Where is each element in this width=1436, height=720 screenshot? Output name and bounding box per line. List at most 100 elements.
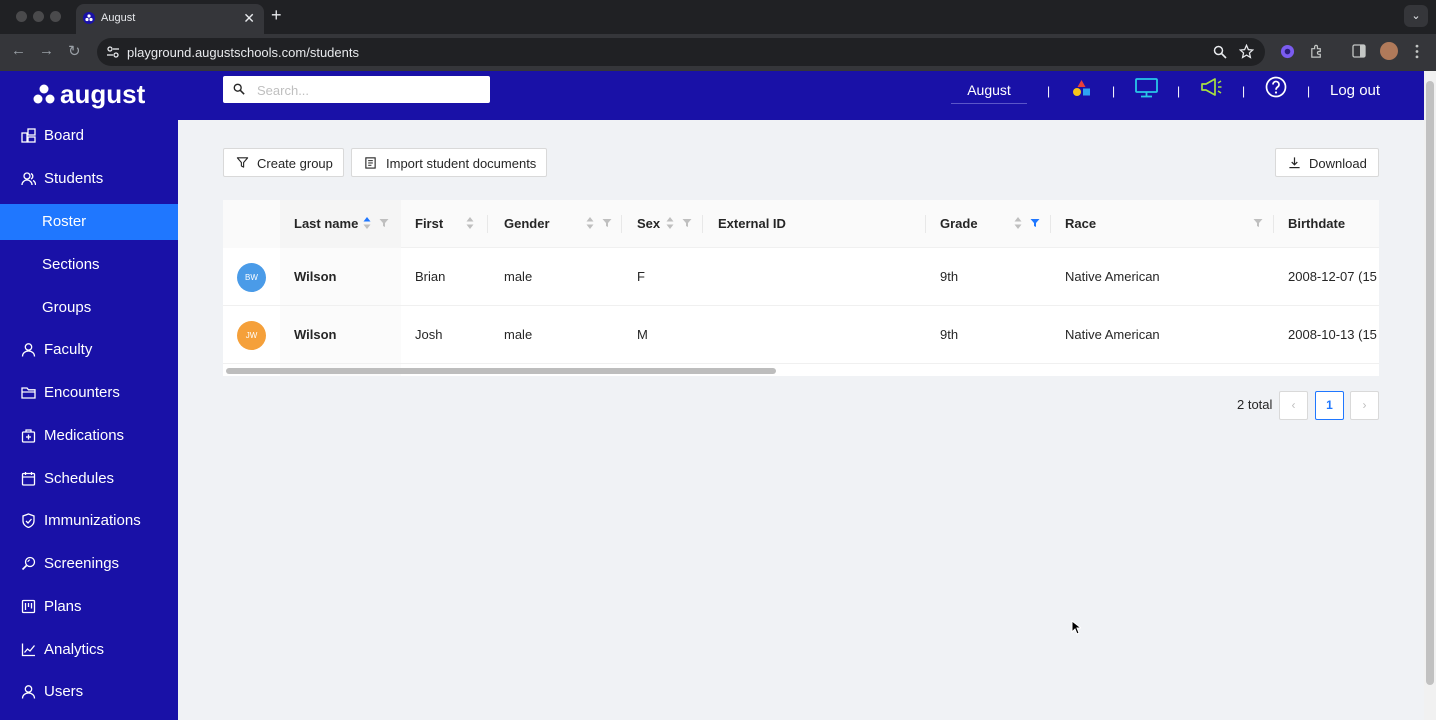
- cell-last-name[interactable]: Wilson: [294, 269, 337, 284]
- sort-caret-icon[interactable]: [466, 216, 474, 230]
- august-logo-icon: [33, 84, 55, 104]
- cell-gender: male: [504, 269, 533, 284]
- browser-chrome: August ✕ + ⌄ ← → ↻ playground.augustscho…: [0, 0, 1436, 71]
- forward-button[interactable]: →: [39, 42, 54, 59]
- site-settings-icon[interactable]: [106, 45, 120, 59]
- cell-sex: M: [637, 327, 648, 342]
- screening-icon: [21, 556, 36, 571]
- browser-tab[interactable]: August ✕: [76, 4, 264, 34]
- horizontal-scrollbar[interactable]: [223, 365, 1379, 376]
- app-header: Search... August | | | | | Log out: [178, 71, 1424, 120]
- column-header-label: Gender: [504, 216, 550, 231]
- cell-first: Brian: [415, 269, 446, 284]
- new-tab-button[interactable]: +: [271, 5, 282, 26]
- sort-caret-icon[interactable]: [586, 216, 594, 230]
- sidebar-item-label: Groups: [42, 299, 92, 316]
- sidebar-item-analytics[interactable]: Analytics: [0, 632, 178, 668]
- reload-button[interactable]: ↻: [68, 42, 81, 60]
- faculty-icon: [21, 343, 36, 357]
- column-header-label: Sex: [637, 216, 661, 231]
- search-placeholder: Search...: [257, 83, 310, 98]
- column-divider: [1050, 215, 1051, 233]
- sidebar-item-label: Immunizations: [44, 512, 141, 529]
- sidebar-item-immunizations[interactable]: Immunizations: [0, 503, 178, 539]
- sidebar-item-medications[interactable]: Medications: [0, 418, 178, 454]
- side-panel-icon[interactable]: [1352, 44, 1366, 58]
- page-scroll-thumb[interactable]: [1426, 81, 1434, 685]
- sidebar-item-label: Plans: [44, 598, 82, 615]
- horizontal-scroll-thumb[interactable]: [226, 368, 776, 374]
- mouse-cursor-icon: [1071, 620, 1081, 635]
- browser-menu-icon[interactable]: [1413, 44, 1421, 59]
- extensions-puzzle-icon[interactable]: [1309, 44, 1324, 59]
- header-separator: |: [1177, 84, 1181, 98]
- sort-caret-icon[interactable]: [363, 216, 371, 230]
- chart-icon: [21, 643, 36, 657]
- user-name: August: [967, 82, 1011, 98]
- sidebar: august Board Students Roster Sections Groups…: [0, 71, 178, 720]
- pagination-prev-button[interactable]: ‹: [1279, 391, 1308, 420]
- sidebar-item-groups[interactable]: Groups: [0, 290, 178, 326]
- sidebar-item-sections[interactable]: Sections: [0, 247, 178, 283]
- sidebar-item-roster[interactable]: Roster: [0, 204, 178, 240]
- sidebar-item-screenings[interactable]: Screenings: [0, 546, 178, 582]
- august-logo[interactable]: august: [33, 79, 145, 109]
- sidebar-item-label: Encounters: [44, 384, 120, 401]
- import-documents-button[interactable]: Import student documents: [351, 148, 547, 177]
- sidebar-item-label: Schedules: [44, 470, 115, 487]
- sidebar-item-label: Users: [44, 683, 84, 700]
- sidebar-item-schedules[interactable]: Schedules: [0, 461, 178, 497]
- plans-icon: [21, 599, 36, 614]
- pagination-next-button[interactable]: ›: [1350, 391, 1379, 420]
- cell-grade: 9th: [940, 269, 959, 284]
- help-icon[interactable]: [1265, 76, 1287, 98]
- create-group-button[interactable]: Create group: [223, 148, 344, 177]
- user-selector[interactable]: August: [951, 81, 1027, 104]
- column-filter-icon[interactable]: [379, 218, 389, 228]
- logout-link[interactable]: Log out: [1330, 82, 1380, 99]
- documents-icon: [365, 157, 376, 169]
- maximize-window-button[interactable]: [50, 11, 61, 22]
- profile-avatar[interactable]: [1380, 42, 1398, 60]
- back-button[interactable]: ←: [11, 42, 26, 59]
- sidebar-item-encounters[interactable]: Encounters: [0, 375, 178, 411]
- column-filter-icon[interactable]: [1030, 218, 1040, 228]
- url-text: playground.augustschools.com/students: [127, 45, 359, 60]
- sidebar-item-label: Medications: [44, 427, 125, 444]
- column-divider: [702, 215, 703, 233]
- sidebar-item-faculty[interactable]: Faculty: [0, 332, 178, 368]
- pagination-page-1[interactable]: 1: [1315, 391, 1344, 420]
- bookmark-star-icon[interactable]: [1239, 44, 1254, 59]
- monitor-icon[interactable]: [1135, 78, 1158, 98]
- sidebar-item-users[interactable]: Users: [0, 674, 178, 710]
- zoom-icon[interactable]: [1213, 45, 1227, 59]
- sidebar-item-students[interactable]: Students: [0, 161, 178, 197]
- avatar: JW: [237, 321, 266, 350]
- tab-search-button[interactable]: ⌄: [1404, 5, 1428, 27]
- folder-icon: [21, 387, 36, 399]
- tab-close-icon[interactable]: ✕: [243, 10, 255, 27]
- minimize-window-button[interactable]: [33, 11, 44, 22]
- page-scrollbar[interactable]: [1424, 71, 1436, 720]
- column-header-label: First: [415, 216, 444, 231]
- sort-caret-icon[interactable]: [1014, 216, 1022, 230]
- apps-shapes-icon[interactable]: [1072, 79, 1091, 97]
- cell-last-name[interactable]: Wilson: [294, 327, 337, 342]
- main-content: Create group Import student documents Do…: [178, 120, 1424, 720]
- search-input[interactable]: Search...: [223, 76, 490, 103]
- sidebar-item-board[interactable]: Board: [0, 118, 178, 154]
- extension-icon[interactable]: [1280, 44, 1295, 59]
- column-filter-icon[interactable]: [682, 218, 692, 228]
- column-filter-icon[interactable]: [1253, 218, 1263, 228]
- announcement-megaphone-icon[interactable]: [1200, 77, 1222, 97]
- table-row[interactable]: BW Wilson Brian male F 9th Native American 2008…: [223, 248, 1379, 306]
- download-button[interactable]: Download: [1275, 148, 1379, 177]
- sidebar-item-plans[interactable]: Plans: [0, 589, 178, 625]
- close-window-button[interactable]: [16, 11, 27, 22]
- column-filter-icon[interactable]: [602, 218, 612, 228]
- table-row[interactable]: JW Wilson Josh male M 9th Native American 2008-…: [223, 306, 1379, 364]
- download-icon: [1289, 157, 1300, 169]
- sidebar-item-label: Faculty: [44, 341, 93, 358]
- sort-caret-icon[interactable]: [666, 216, 674, 230]
- address-bar[interactable]: playground.augustschools.com/students: [97, 38, 1265, 66]
